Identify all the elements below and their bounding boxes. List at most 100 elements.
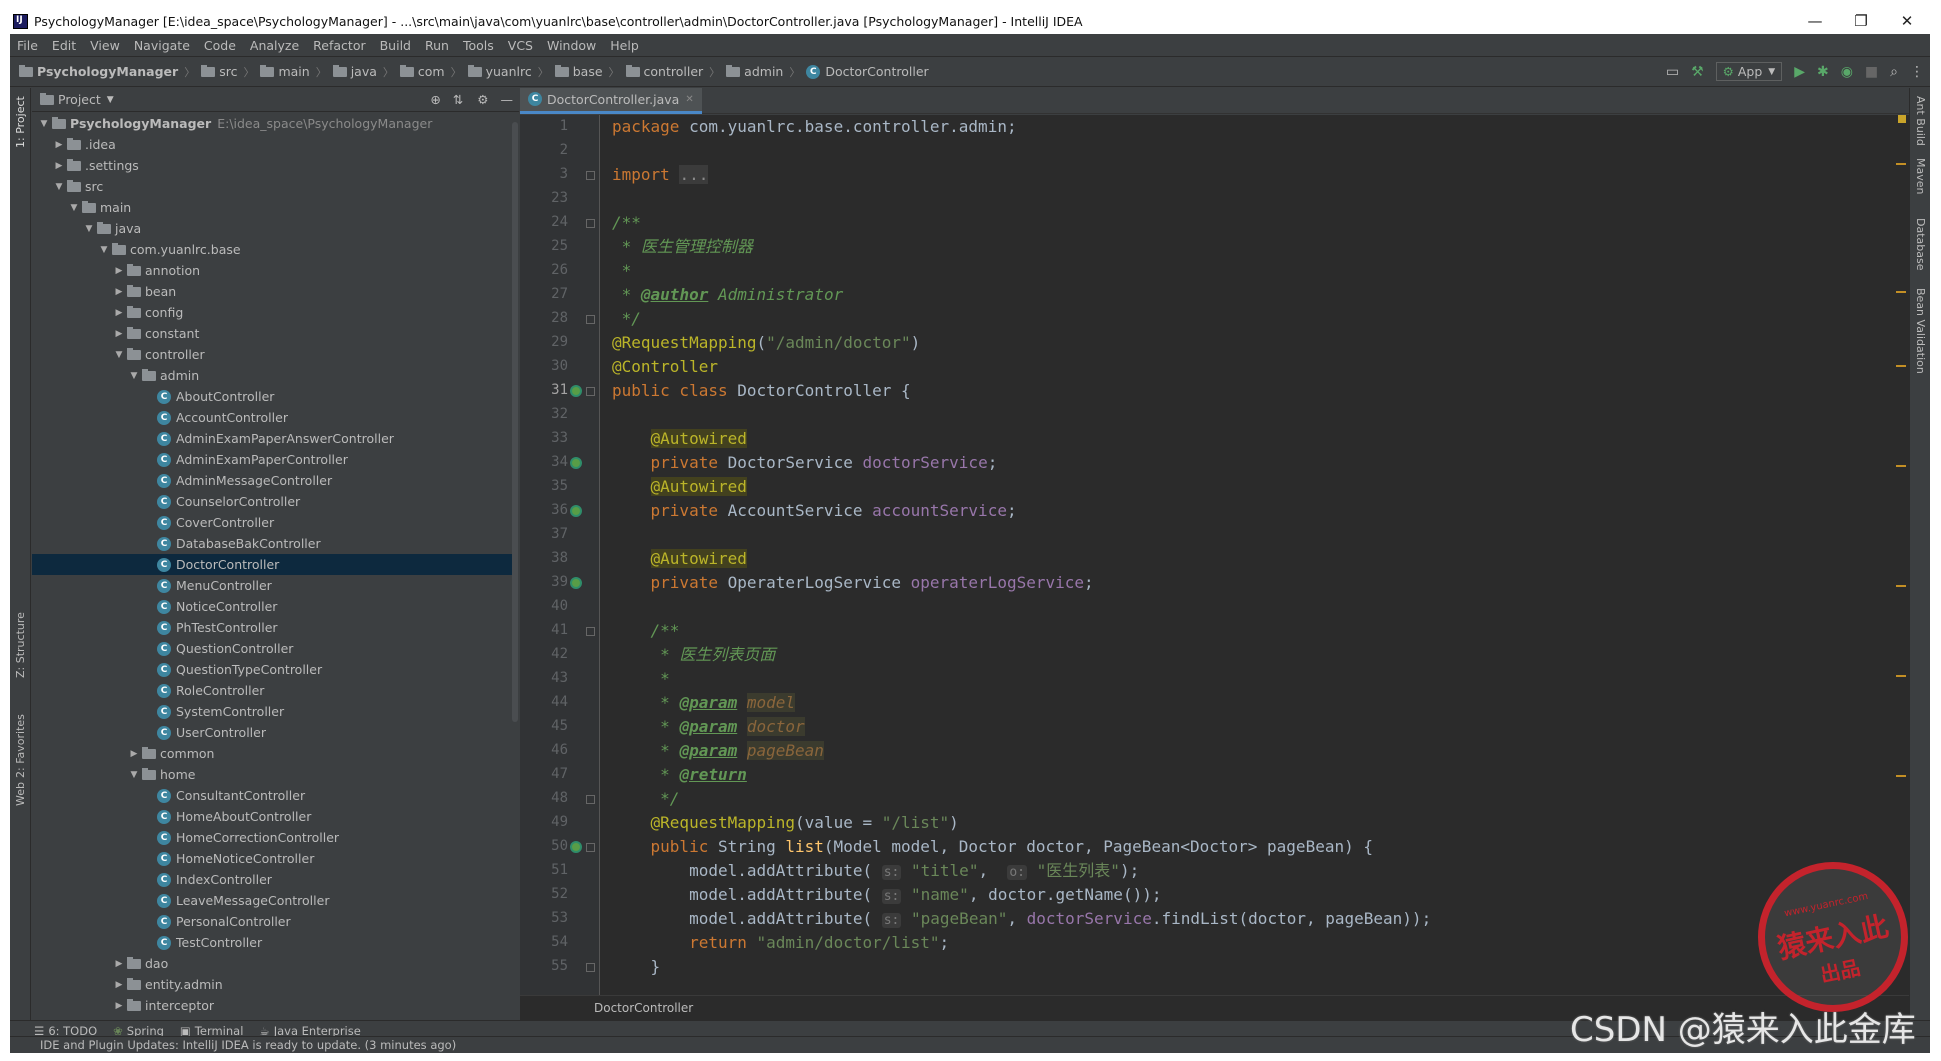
fold-icon[interactable] [586,843,595,852]
tree-item--settings[interactable]: ▶ .settings [32,155,512,176]
more-icon[interactable]: ⋮ [1910,64,1924,80]
tree-item-interceptor[interactable]: ▶ interceptor [32,995,512,1016]
collapse-arrow-icon[interactable]: ▶ [113,287,125,297]
collapse-arrow-icon[interactable]: ▶ [113,980,125,990]
tree-item-annotion[interactable]: ▶ annotion [32,260,512,281]
tree-item-adminmessagecontroller[interactable]: C AdminMessageController [32,470,512,491]
tree-item-testcontroller[interactable]: C TestController [32,932,512,953]
tree-item-questiontypecontroller[interactable]: C QuestionTypeController [32,659,512,680]
expand-arrow-icon[interactable]: ▼ [38,119,50,129]
code-content[interactable]: package com.yuanlrc.base.controller.admi… [612,115,1902,995]
collapse-arrow-icon[interactable]: ▶ [113,308,125,318]
collapse-arrow-icon[interactable]: ▶ [113,1001,125,1011]
tool-database[interactable]: Database [1914,218,1927,271]
tree-item-systemcontroller[interactable]: C SystemController [32,701,512,722]
tree-item--idea[interactable]: ▶ .idea [32,134,512,155]
tree-item-personalcontroller[interactable]: C PersonalController [32,911,512,932]
collapse-arrow-icon[interactable]: ▶ [113,959,125,969]
breadcrumb-psychologymanager[interactable]: PsychologyManager [16,64,181,79]
code-editor[interactable]: 1 2 3 23 24 25 26 27 28 29 30 31 32 33 34 35 36 37 38 39 40 4… [520,115,1909,995]
tree-item-adminexampapercontroller[interactable]: C AdminExamPaperController [32,449,512,470]
menu-run[interactable]: Run [418,38,456,53]
spring-bean-icon[interactable] [570,577,582,589]
spring-bean-icon[interactable] [570,505,582,517]
stop-icon[interactable]: ■ [1865,64,1878,80]
fold-icon[interactable] [586,171,595,180]
layout-icon[interactable]: ▭ [1666,64,1679,80]
close-button[interactable]: ✕ [1884,12,1930,30]
warning-marker[interactable] [1896,465,1906,467]
fold-icon[interactable] [586,315,595,324]
tree-item-consultantcontroller[interactable]: C ConsultantController [32,785,512,806]
tree-item-entity-admin[interactable]: ▶ entity.admin [32,974,512,995]
tool-web[interactable]: Web [14,782,27,806]
coverage-icon[interactable]: ◉ [1841,64,1853,80]
status-message[interactable]: IDE and Plugin Updates: IntelliJ IDEA is… [40,1038,456,1052]
tree-item-config[interactable]: ▶ config [32,302,512,323]
build-hammer-icon[interactable]: ⚒ [1691,64,1704,80]
breadcrumb-yuanlrc[interactable]: yuanlrc [465,64,535,79]
menu-tools[interactable]: Tools [456,38,501,53]
warning-marker[interactable] [1896,291,1906,293]
tree-item-bean[interactable]: ▶ bean [32,281,512,302]
tree-item-phtestcontroller[interactable]: C PhTestController [32,617,512,638]
project-title[interactable]: Project [58,92,101,107]
breadcrumb-doctorcontroller[interactable]: C DoctorController [803,64,931,79]
breadcrumb-src[interactable]: src [198,64,240,79]
locate-icon[interactable]: ⊕ [430,92,440,107]
breadcrumb-java[interactable]: java [330,64,380,79]
tree-item-menucontroller[interactable]: C MenuController [32,575,512,596]
tree-item-adminexampaperanswercontroller[interactable]: C AdminExamPaperAnswerController [32,428,512,449]
tree-item-counselorcontroller[interactable]: C CounselorController [32,491,512,512]
breadcrumb-admin[interactable]: admin [723,64,786,79]
tree-item-homeaboutcontroller[interactable]: C HomeAboutController [32,806,512,827]
breadcrumb-com[interactable]: com [397,64,448,79]
expand-arrow-icon[interactable]: ▼ [68,203,80,213]
tree-item-home[interactable]: ▼ home [32,764,512,785]
menu-window[interactable]: Window [540,38,603,53]
collapse-arrow-icon[interactable]: ▶ [113,329,125,339]
warning-marker[interactable] [1896,365,1906,367]
breadcrumb-base[interactable]: base [552,64,606,79]
tree-item-accountcontroller[interactable]: C AccountController [32,407,512,428]
warning-marker[interactable] [1896,585,1906,587]
analysis-status-icon[interactable] [1898,115,1906,123]
expand-arrow-icon[interactable]: ▼ [128,371,140,381]
spring-bean-icon[interactable] [570,841,582,853]
tree-item-com-yuanlrc-base[interactable]: ▼ com.yuanlrc.base [32,239,512,260]
collapse-arrow-icon[interactable]: ▶ [53,161,65,171]
tree-item-java[interactable]: ▼ java [32,218,512,239]
menu-navigate[interactable]: Navigate [127,38,197,53]
run-icon[interactable]: ▶ [1794,64,1805,80]
tree-item-homecorrectioncontroller[interactable]: C HomeCorrectionController [32,827,512,848]
hide-icon[interactable]: — [501,92,514,107]
tree-item-rolecontroller[interactable]: C RoleController [32,680,512,701]
menu-build[interactable]: Build [373,38,418,53]
tree-item-databasebakcontroller[interactable]: C DatabaseBakController [32,533,512,554]
gear-icon[interactable]: ⚙ [477,92,488,107]
spring-bean-icon[interactable] [570,385,582,397]
tree-item-dao[interactable]: ▶ dao [32,953,512,974]
tree-item-src[interactable]: ▼ src [32,176,512,197]
breadcrumb-main[interactable]: main [257,64,312,79]
fold-icon[interactable] [586,795,595,804]
fold-icon[interactable] [586,387,595,396]
expand-arrow-icon[interactable]: ▼ [83,224,95,234]
fold-icon[interactable] [586,963,595,972]
chevron-down-icon[interactable]: ▼ [107,95,114,105]
collapse-icon[interactable]: ⇅ [453,92,463,107]
menu-edit[interactable]: Edit [45,38,83,53]
tool-bean-validation[interactable]: Bean Validation [1914,288,1927,374]
search-icon[interactable]: ⌕ [1890,64,1898,80]
tree-item-common[interactable]: ▶ common [32,743,512,764]
expand-arrow-icon[interactable]: ▼ [113,350,125,360]
tree-item-noticecontroller[interactable]: C NoticeController [32,596,512,617]
tree-item-homenoticecontroller[interactable]: C HomeNoticeController [32,848,512,869]
tool-ant-build[interactable]: Ant Build [1914,96,1927,146]
menu-file[interactable]: File [10,38,45,53]
tree-item-psychologymanager[interactable]: ▼ PsychologyManager E:\idea_space\Psycholo… [32,113,512,134]
tool-maven[interactable]: Maven [1914,158,1927,194]
debug-icon[interactable]: ✱ [1817,64,1829,80]
fold-icon[interactable] [586,219,595,228]
expand-arrow-icon[interactable]: ▼ [53,182,65,192]
